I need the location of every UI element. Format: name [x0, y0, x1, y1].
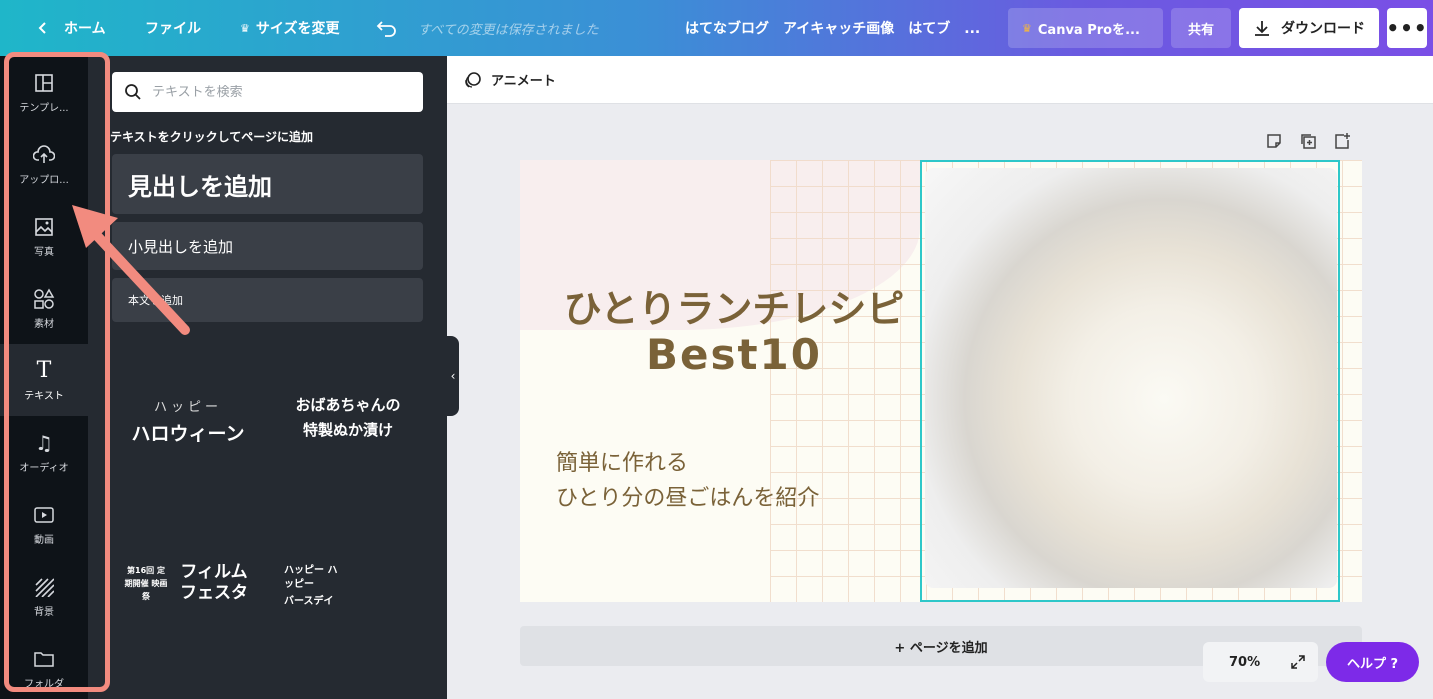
photo-selection-frame — [920, 160, 1340, 602]
template-line: ハロウィーン — [131, 423, 245, 445]
animate-button[interactable]: アニメート — [463, 70, 556, 90]
page-tools — [1265, 132, 1351, 150]
undo-button[interactable] — [376, 0, 398, 56]
download-button[interactable]: ダウンロード — [1239, 8, 1379, 48]
zoom-level: 70% — [1229, 654, 1261, 670]
collapse-panel-handle[interactable]: ‹ — [447, 336, 459, 416]
editor-toolbar: アニメート — [447, 56, 1433, 104]
add-body-text-button[interactable]: 本文を追加 — [112, 278, 423, 322]
resize-label: サイズを変更 — [255, 21, 340, 37]
template-line: 第16回 定期開催 映画祭 — [124, 565, 168, 601]
share-button[interactable]: 共有 — [1171, 8, 1231, 48]
search-input[interactable] — [152, 84, 392, 100]
home-button[interactable]: ホーム — [36, 0, 106, 56]
chevron-left-icon: ‹ — [450, 369, 456, 383]
note-icon[interactable] — [1265, 132, 1283, 150]
design-title-line2[interactable]: Best10 — [548, 330, 920, 379]
download-icon — [1255, 21, 1269, 36]
fullscreen-icon[interactable] — [1290, 654, 1306, 670]
text-template-film-festa[interactable]: 第16回 定期開催 映画祭 フィルム フェスタ — [124, 562, 254, 604]
text-template-birthday[interactable]: ハッピー ハッピー バースデイ — [284, 564, 414, 607]
design-page[interactable]: ひとりランチレシピ Best10 簡単に作れる ひとり分の昼ごはんを紹介 — [520, 160, 1362, 602]
add-subheading-button[interactable]: 小見出しを追加 — [112, 222, 423, 270]
search-box[interactable] — [112, 72, 423, 112]
text-template-nukazuke[interactable]: おばあちゃんの 特製ぬか漬け — [273, 394, 423, 440]
home-label: ホーム — [64, 21, 106, 37]
design-subtitle-line2[interactable]: ひとり分の昼ごはんを紹介 — [556, 480, 819, 512]
animate-icon — [465, 71, 481, 88]
template-line: フィルム フェスタ — [180, 562, 248, 603]
download-label: ダウンロード — [1281, 21, 1365, 37]
duplicate-page-icon[interactable] — [1299, 132, 1317, 150]
design-title-line1[interactable]: ひとりランチレシピ — [548, 278, 920, 333]
more-options-button[interactable]: ••• — [1386, 8, 1427, 48]
template-line: 特製ぬか漬け — [302, 421, 393, 439]
template-line: バースデイ — [284, 596, 334, 607]
zoom-control[interactable]: 70% — [1203, 642, 1318, 682]
help-button[interactable]: ヘルプ ? — [1326, 642, 1419, 682]
text-template-halloween[interactable]: ハッピー ハロウィーン — [118, 396, 258, 446]
save-status: すべての変更は保存されました — [418, 22, 599, 38]
top-bar: ホーム ファイル ♛ サイズを変更 すべての変更は保存されました はてなブログ … — [0, 0, 1433, 56]
design-subtitle-line1[interactable]: 簡単に作れる — [556, 445, 688, 477]
template-line: ハッピー — [153, 400, 222, 415]
add-page-icon[interactable] — [1333, 132, 1351, 150]
text-panel: テキストをクリックしてページに追加 見出しを追加 小見出しを追加 本文を追加 ハ… — [88, 56, 447, 699]
crown-icon: ♛ — [1022, 21, 1032, 35]
panel-hint: テキストをクリックしてページに追加 — [110, 130, 314, 144]
undo-icon — [376, 21, 396, 37]
canva-pro-button[interactable]: ♛ Canva Proを... — [1008, 8, 1163, 48]
annotation-highlight-box — [4, 52, 110, 692]
template-line: ハッピー ハッピー — [284, 565, 338, 590]
template-line: おばあちゃんの — [295, 396, 401, 414]
crown-icon: ♛ — [240, 21, 250, 35]
animate-label: アニメート — [491, 74, 556, 89]
canva-pro-label: Canva Proを... — [1037, 22, 1140, 38]
add-heading-button[interactable]: 見出しを追加 — [112, 154, 423, 214]
resize-button[interactable]: ♛ サイズを変更 — [240, 0, 339, 56]
search-icon — [125, 84, 141, 100]
document-title[interactable]: はてなブログ アイキャッチ画像 はてブ ... — [685, 0, 980, 56]
file-menu[interactable]: ファイル — [145, 0, 201, 56]
chevron-left-icon — [38, 22, 46, 34]
